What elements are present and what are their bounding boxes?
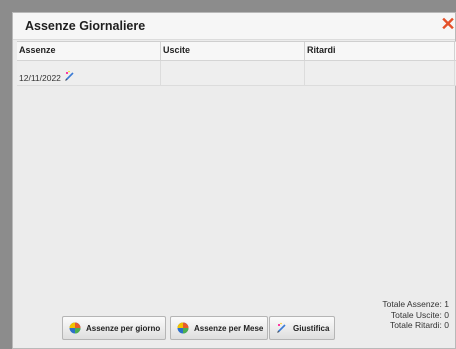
justify-button[interactable]: Giustifica: [269, 316, 335, 340]
absences-per-day-button[interactable]: Assenze per giorno: [62, 316, 166, 340]
dialog-title: Assenze Giornaliere: [25, 19, 146, 33]
dialog-titlebar: Assenze Giornaliere: [13, 13, 455, 40]
cell-ritardi: [305, 61, 455, 85]
edit-pencil-icon: [277, 322, 286, 333]
column-header-ritardi[interactable]: Ritardi: [305, 42, 455, 60]
cell-assenze: 12/11/2022: [17, 61, 161, 85]
total-absences: Totale Assenze: 1: [382, 299, 449, 309]
absences-per-month-button[interactable]: Assenze per Mese: [170, 316, 268, 340]
chart-ball-icon: [69, 322, 81, 334]
total-delays: Totale Ritardi: 0: [389, 320, 449, 330]
chart-ball-icon: [177, 322, 189, 334]
dialog-footer: Assenze per giorno Assenze per Mese Gius…: [13, 298, 455, 348]
column-header-uscite[interactable]: Uscite: [161, 42, 305, 60]
absence-date: 12/11/2022: [19, 73, 61, 83]
total-exits: Totale Uscite: 0: [390, 309, 449, 320]
column-header-assenze[interactable]: Assenze: [17, 42, 161, 60]
totals-summary: Totale Assenze: 1 Totale Uscite: 0 Total…: [382, 299, 449, 331]
absences-dialog: Assenze Giornaliere Assenze Uscite Ritar…: [12, 12, 456, 349]
table-row: 12/11/2022: [17, 61, 456, 86]
close-x-icon[interactable]: ✕: [439, 15, 456, 33]
edit-pencil-icon[interactable]: [64, 70, 76, 82]
cell-uscite: [161, 61, 305, 85]
table-header-row: Assenze Uscite Ritardi: [17, 41, 456, 61]
justify-label: Giustifica: [293, 323, 330, 333]
absences-table: Assenze Uscite Ritardi 12/11/2022: [17, 41, 456, 86]
absences-per-month-label: Assenze per Mese: [194, 323, 264, 333]
absences-per-day-label: Assenze per giorno: [86, 323, 161, 333]
